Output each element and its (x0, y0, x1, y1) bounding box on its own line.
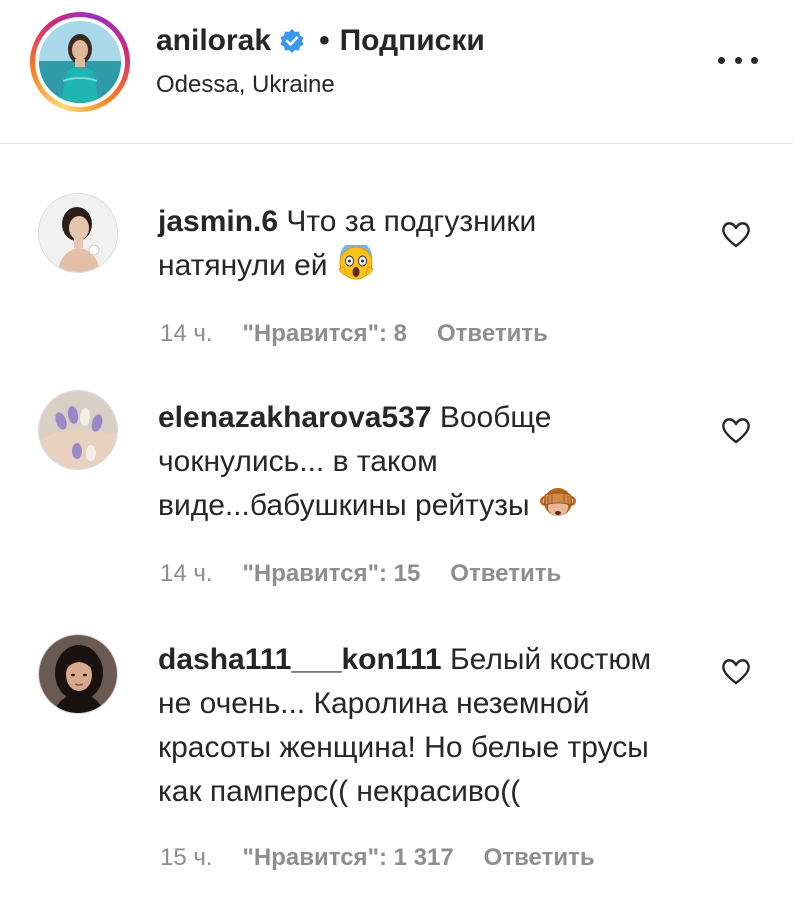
reply-button[interactable]: Ответить (484, 844, 595, 872)
reply-button[interactable]: Ответить (450, 560, 561, 588)
like-heart-icon[interactable] (720, 415, 752, 445)
comment-likes[interactable]: "Нравится": 15 (243, 560, 421, 588)
comment-likes[interactable]: "Нравится": 8 (243, 320, 407, 348)
post-header: anilorak • Подписки Odessa, Ukraine (0, 0, 793, 144)
comment-likes[interactable]: "Нравится": 1 317 (243, 844, 454, 872)
avatar-photo (39, 21, 121, 103)
header-separator: • (319, 24, 330, 57)
face-screaming-in-fear-icon (336, 241, 376, 281)
more-options-icon[interactable] (718, 47, 758, 73)
comment-username[interactable]: jasmin.6 (158, 205, 278, 238)
like-heart-icon[interactable] (720, 656, 752, 686)
reply-button[interactable]: Ответить (437, 320, 548, 348)
comment-username[interactable]: elenazakharova537 (158, 401, 432, 434)
commenter-avatar[interactable] (38, 634, 118, 714)
verified-badge-icon (279, 28, 305, 54)
following-button[interactable]: Подписки (340, 24, 485, 58)
post-location[interactable]: Odessa, Ukraine (156, 71, 335, 99)
commenter-avatar[interactable] (38, 390, 118, 470)
like-heart-icon[interactable] (720, 219, 752, 249)
see-no-evil-monkey-icon (538, 485, 578, 521)
comment-time: 14 ч. (160, 320, 213, 347)
comment-time: 14 ч. (160, 560, 213, 587)
comment-username[interactable]: dasha111___kon111 (158, 643, 442, 676)
post-username[interactable]: anilorak (156, 24, 271, 58)
story-avatar[interactable] (30, 12, 130, 112)
commenter-avatar[interactable] (38, 193, 118, 273)
comment-time: 15 ч. (160, 844, 213, 871)
